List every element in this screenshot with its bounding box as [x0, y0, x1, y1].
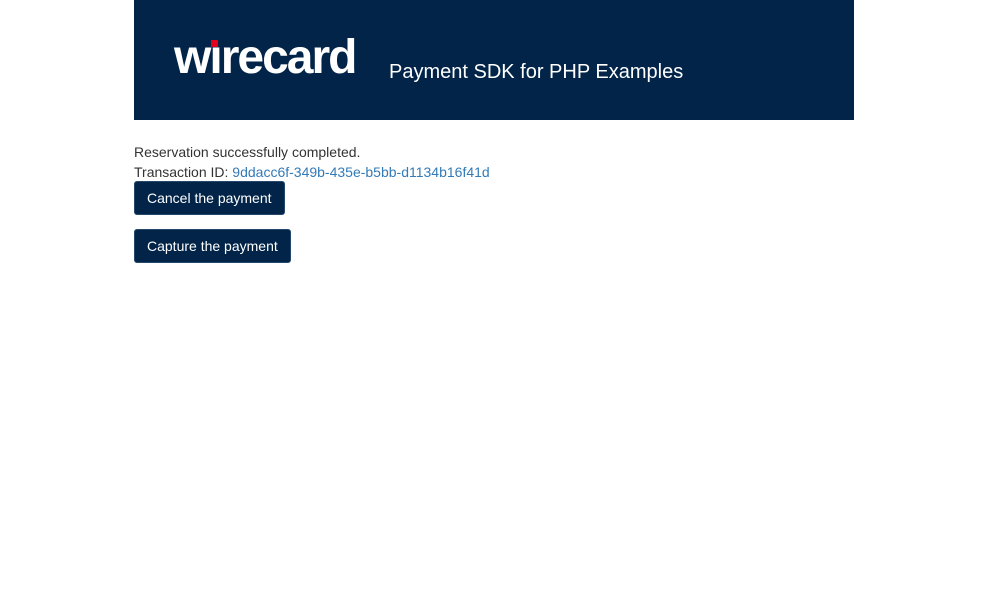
transaction-line: Transaction ID: 9ddacc6f-349b-435e-b5bb-… [134, 162, 854, 182]
result-content: Reservation successfully completed. Tran… [134, 142, 854, 182]
wirecard-logo[interactable]: wı recard [174, 31, 358, 84]
cancel-payment-button[interactable]: Cancel the payment [134, 181, 285, 215]
capture-payment-button[interactable]: Capture the payment [134, 229, 291, 263]
status-message: Reservation successfully completed. [134, 144, 361, 160]
logo-letter-i: ı [209, 31, 222, 84]
transaction-label: Transaction ID: [134, 164, 233, 180]
logo-letter-w: w [174, 31, 211, 84]
transaction-id-link[interactable]: 9ddacc6f-349b-435e-b5bb-d1134b16f41d [232, 164, 489, 180]
logo-letters-rest: recard [220, 31, 358, 84]
logo-red-dot-icon [211, 40, 219, 47]
page: wı recard Payment SDK for PHP Examples Re… [0, 0, 988, 616]
logo-letter-i-stem: ı [209, 31, 222, 84]
header-title: Payment SDK for PHP Examples [389, 61, 684, 83]
header-banner: wı recard Payment SDK for PHP Examples [134, 0, 854, 120]
